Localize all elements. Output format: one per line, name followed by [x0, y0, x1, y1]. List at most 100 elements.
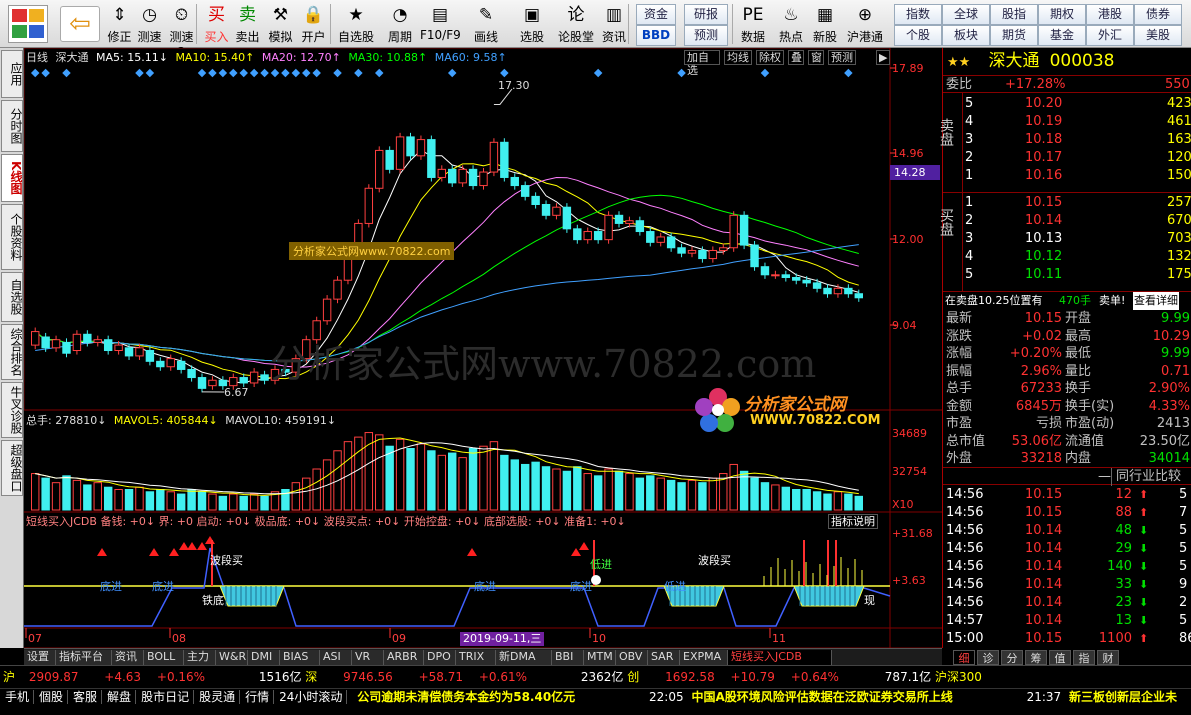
market-tab-1-4[interactable]: 外汇 — [1086, 25, 1134, 46]
sidebar-tab-1[interactable]: 分时图 — [1, 100, 23, 152]
market-tab-0-1[interactable]: 全球 — [942, 4, 990, 25]
bid-row[interactable]: 2 10.14 670 — [943, 212, 1191, 230]
sidebar-tab-3[interactable]: 个股资料 — [1, 204, 23, 270]
status-link-5[interactable]: 股灵通 — [199, 690, 241, 704]
timer-button[interactable]: ⏲测速2 — [166, 2, 197, 59]
sidebar-tab-2[interactable]: K线图 — [1, 154, 23, 202]
indicator-tab-16[interactable]: OBV — [616, 650, 648, 665]
market-tab-0-3[interactable]: 期权 — [1038, 4, 1086, 25]
bid-row[interactable]: 4 10.12 132 — [943, 248, 1191, 266]
quote-tab-6[interactable]: 财 — [1097, 650, 1119, 665]
quote-tab-4[interactable]: 值 — [1049, 650, 1071, 665]
indicator-tab-7[interactable]: BIAS — [280, 650, 320, 665]
ask-row[interactable]: 5 10.20 423 — [943, 95, 1191, 113]
stock-pick-button[interactable]: ▣ 选股 — [512, 2, 552, 46]
market-tab-1-0[interactable]: 个股 — [894, 25, 942, 46]
status-link-0[interactable]: 手机 — [5, 690, 35, 704]
indicator-tab-13[interactable]: 新DMA — [496, 650, 552, 665]
market-tab-1-2[interactable]: 期货 — [990, 25, 1038, 46]
market-tab-0-4[interactable]: 港股 — [1086, 4, 1134, 25]
indicator-help-button[interactable]: 指标说明 — [828, 514, 878, 529]
chart-btn-2[interactable]: 除权 — [756, 50, 784, 65]
news-button[interactable]: ▥ 资讯 — [596, 2, 632, 46]
ask-row[interactable]: 4 10.19 461 — [943, 113, 1191, 131]
indicator-tab-8[interactable]: ASI — [320, 650, 352, 665]
indicator-tab-9[interactable]: VR — [352, 650, 384, 665]
industry-compare-button[interactable]: 同行业比较 — [1111, 468, 1181, 486]
chart-btn-1[interactable]: 均线 — [724, 50, 752, 65]
research-box[interactable]: 研报 — [684, 4, 728, 25]
bbd-box[interactable]: BBD — [636, 25, 676, 46]
indicator-tab-6[interactable]: DMI — [248, 650, 280, 665]
market-tab-1-5[interactable]: 美股 — [1134, 25, 1182, 46]
market-tab-0-2[interactable]: 股指 — [990, 4, 1038, 25]
kline-chart[interactable]: 日线 深大通 MA5: 15.11↓ MA10: 15.40↑ MA20: 12… — [24, 48, 942, 648]
indicator-tab-11[interactable]: DPO — [424, 650, 456, 665]
ask-row[interactable]: 3 10.18 163 — [943, 131, 1191, 149]
open-account-button[interactable]: 🔒 开户 — [298, 2, 329, 46]
sidebar-tab-6[interactable]: 牛叉诊股 — [1, 382, 23, 438]
quote-tab-3[interactable]: 筹 — [1025, 650, 1047, 665]
watchlist-button[interactable]: ★ 自选股 — [336, 2, 376, 46]
status-link-7[interactable]: 24小时滚动 — [279, 690, 348, 704]
buy-button[interactable]: 买买入 — [203, 2, 230, 46]
chart-btn-3[interactable]: 叠 — [788, 50, 804, 65]
indicator-tab-3[interactable]: BOLL — [144, 650, 184, 665]
status-link-1[interactable]: 個股 — [39, 690, 69, 704]
market-tab-1-1[interactable]: 板块 — [942, 25, 990, 46]
capital-box[interactable]: 资金 — [636, 4, 676, 25]
ask-row[interactable]: 1 10.16 150 — [943, 167, 1191, 185]
chart-btn-5[interactable]: 预测 — [828, 50, 856, 65]
indicator-tab-19[interactable]: 短线买入JCDB — [728, 650, 832, 665]
sidebar-tab-0[interactable]: 应用 — [1, 50, 23, 98]
chart-btn-6[interactable]: ▶ — [876, 50, 890, 65]
news-ticker-1[interactable]: 公司逾期未清偿债务本金约为58.40亿元 — [357, 690, 575, 704]
speed-test-button[interactable]: ◷ 测速 — [134, 2, 165, 46]
status-link-4[interactable]: 股市日记 — [141, 690, 195, 704]
sell-button[interactable]: 卖卖出 — [234, 2, 261, 46]
data-button[interactable]: PE 数据 — [736, 2, 770, 46]
chart-btn-4[interactable]: 窗 — [808, 50, 824, 65]
quote-tab-2[interactable]: 分 — [1001, 650, 1023, 665]
sidebar-tab-5[interactable]: 综合排名 — [1, 324, 23, 380]
indicator-tab-17[interactable]: SAR — [648, 650, 680, 665]
favorite-stars-icon[interactable]: ★★ — [947, 55, 970, 70]
indicator-tab-18[interactable]: EXPMA — [680, 650, 728, 665]
news-ticker-2[interactable]: 中国A股环境风险评估数据在泛欧证券交易所上线 — [691, 690, 952, 704]
indicator-tab-1[interactable]: 指标平台 — [56, 650, 112, 665]
bid-row[interactable]: 3 10.13 703 — [943, 230, 1191, 248]
draw-line-button[interactable]: ✎ 画线 — [466, 2, 506, 46]
indicator-tab-5[interactable]: W&R — [216, 650, 248, 665]
hk-connect-button[interactable]: ⊕ 沪港通 — [844, 2, 886, 46]
status-link-6[interactable]: 行情 — [245, 690, 275, 704]
forum-button[interactable]: 论论股堂 — [556, 2, 596, 46]
indicator-tab-14[interactable]: BBI — [552, 650, 584, 665]
market-tab-0-0[interactable]: 指数 — [894, 4, 942, 25]
period-button[interactable]: ◔ 周期 — [380, 2, 420, 46]
sidebar-tab-7[interactable]: 超级盘口 — [1, 440, 23, 496]
f10-button[interactable]: ▤ F10/F9 — [420, 2, 461, 46]
new-stock-button[interactable]: ▦ 新股 — [808, 2, 842, 46]
market-tab-1-3[interactable]: 基金 — [1038, 25, 1086, 46]
indicator-tab-4[interactable]: 主力 — [184, 650, 216, 665]
status-link-3[interactable]: 解盘 — [107, 690, 137, 704]
indicator-tab-15[interactable]: MTM — [584, 650, 616, 665]
indicator-tab-2[interactable]: 资讯 — [112, 650, 144, 665]
ask-row[interactable]: 2 10.17 120 — [943, 149, 1191, 167]
fix-button[interactable]: ⇕ 修正 — [104, 2, 135, 46]
market-tab-0-5[interactable]: 债券 — [1134, 4, 1182, 25]
hot-button[interactable]: ♨ 热点 — [774, 2, 808, 46]
status-link-2[interactable]: 客服 — [73, 690, 103, 704]
bid-row[interactable]: 5 10.11 175 — [943, 266, 1191, 284]
news-ticker-3[interactable]: 新三板创新层企业未 — [1069, 690, 1177, 704]
indicator-tab-12[interactable]: TRIX — [456, 650, 496, 665]
order-detail-link[interactable]: 查看详细 — [1133, 292, 1179, 310]
sidebar-tab-4[interactable]: 自选股 — [1, 272, 23, 322]
indicator-tab-10[interactable]: ARBR — [384, 650, 424, 665]
chart-btn-0[interactable]: 加自选 — [684, 50, 720, 77]
forecast-box[interactable]: 预测 — [684, 25, 728, 46]
bid-row[interactable]: 1 10.15 257 — [943, 194, 1191, 212]
quote-tab-0[interactable]: 细 — [953, 650, 975, 665]
back-arrow-icon[interactable]: ⇦ — [60, 6, 100, 42]
quote-tab-1[interactable]: 诊 — [977, 650, 999, 665]
